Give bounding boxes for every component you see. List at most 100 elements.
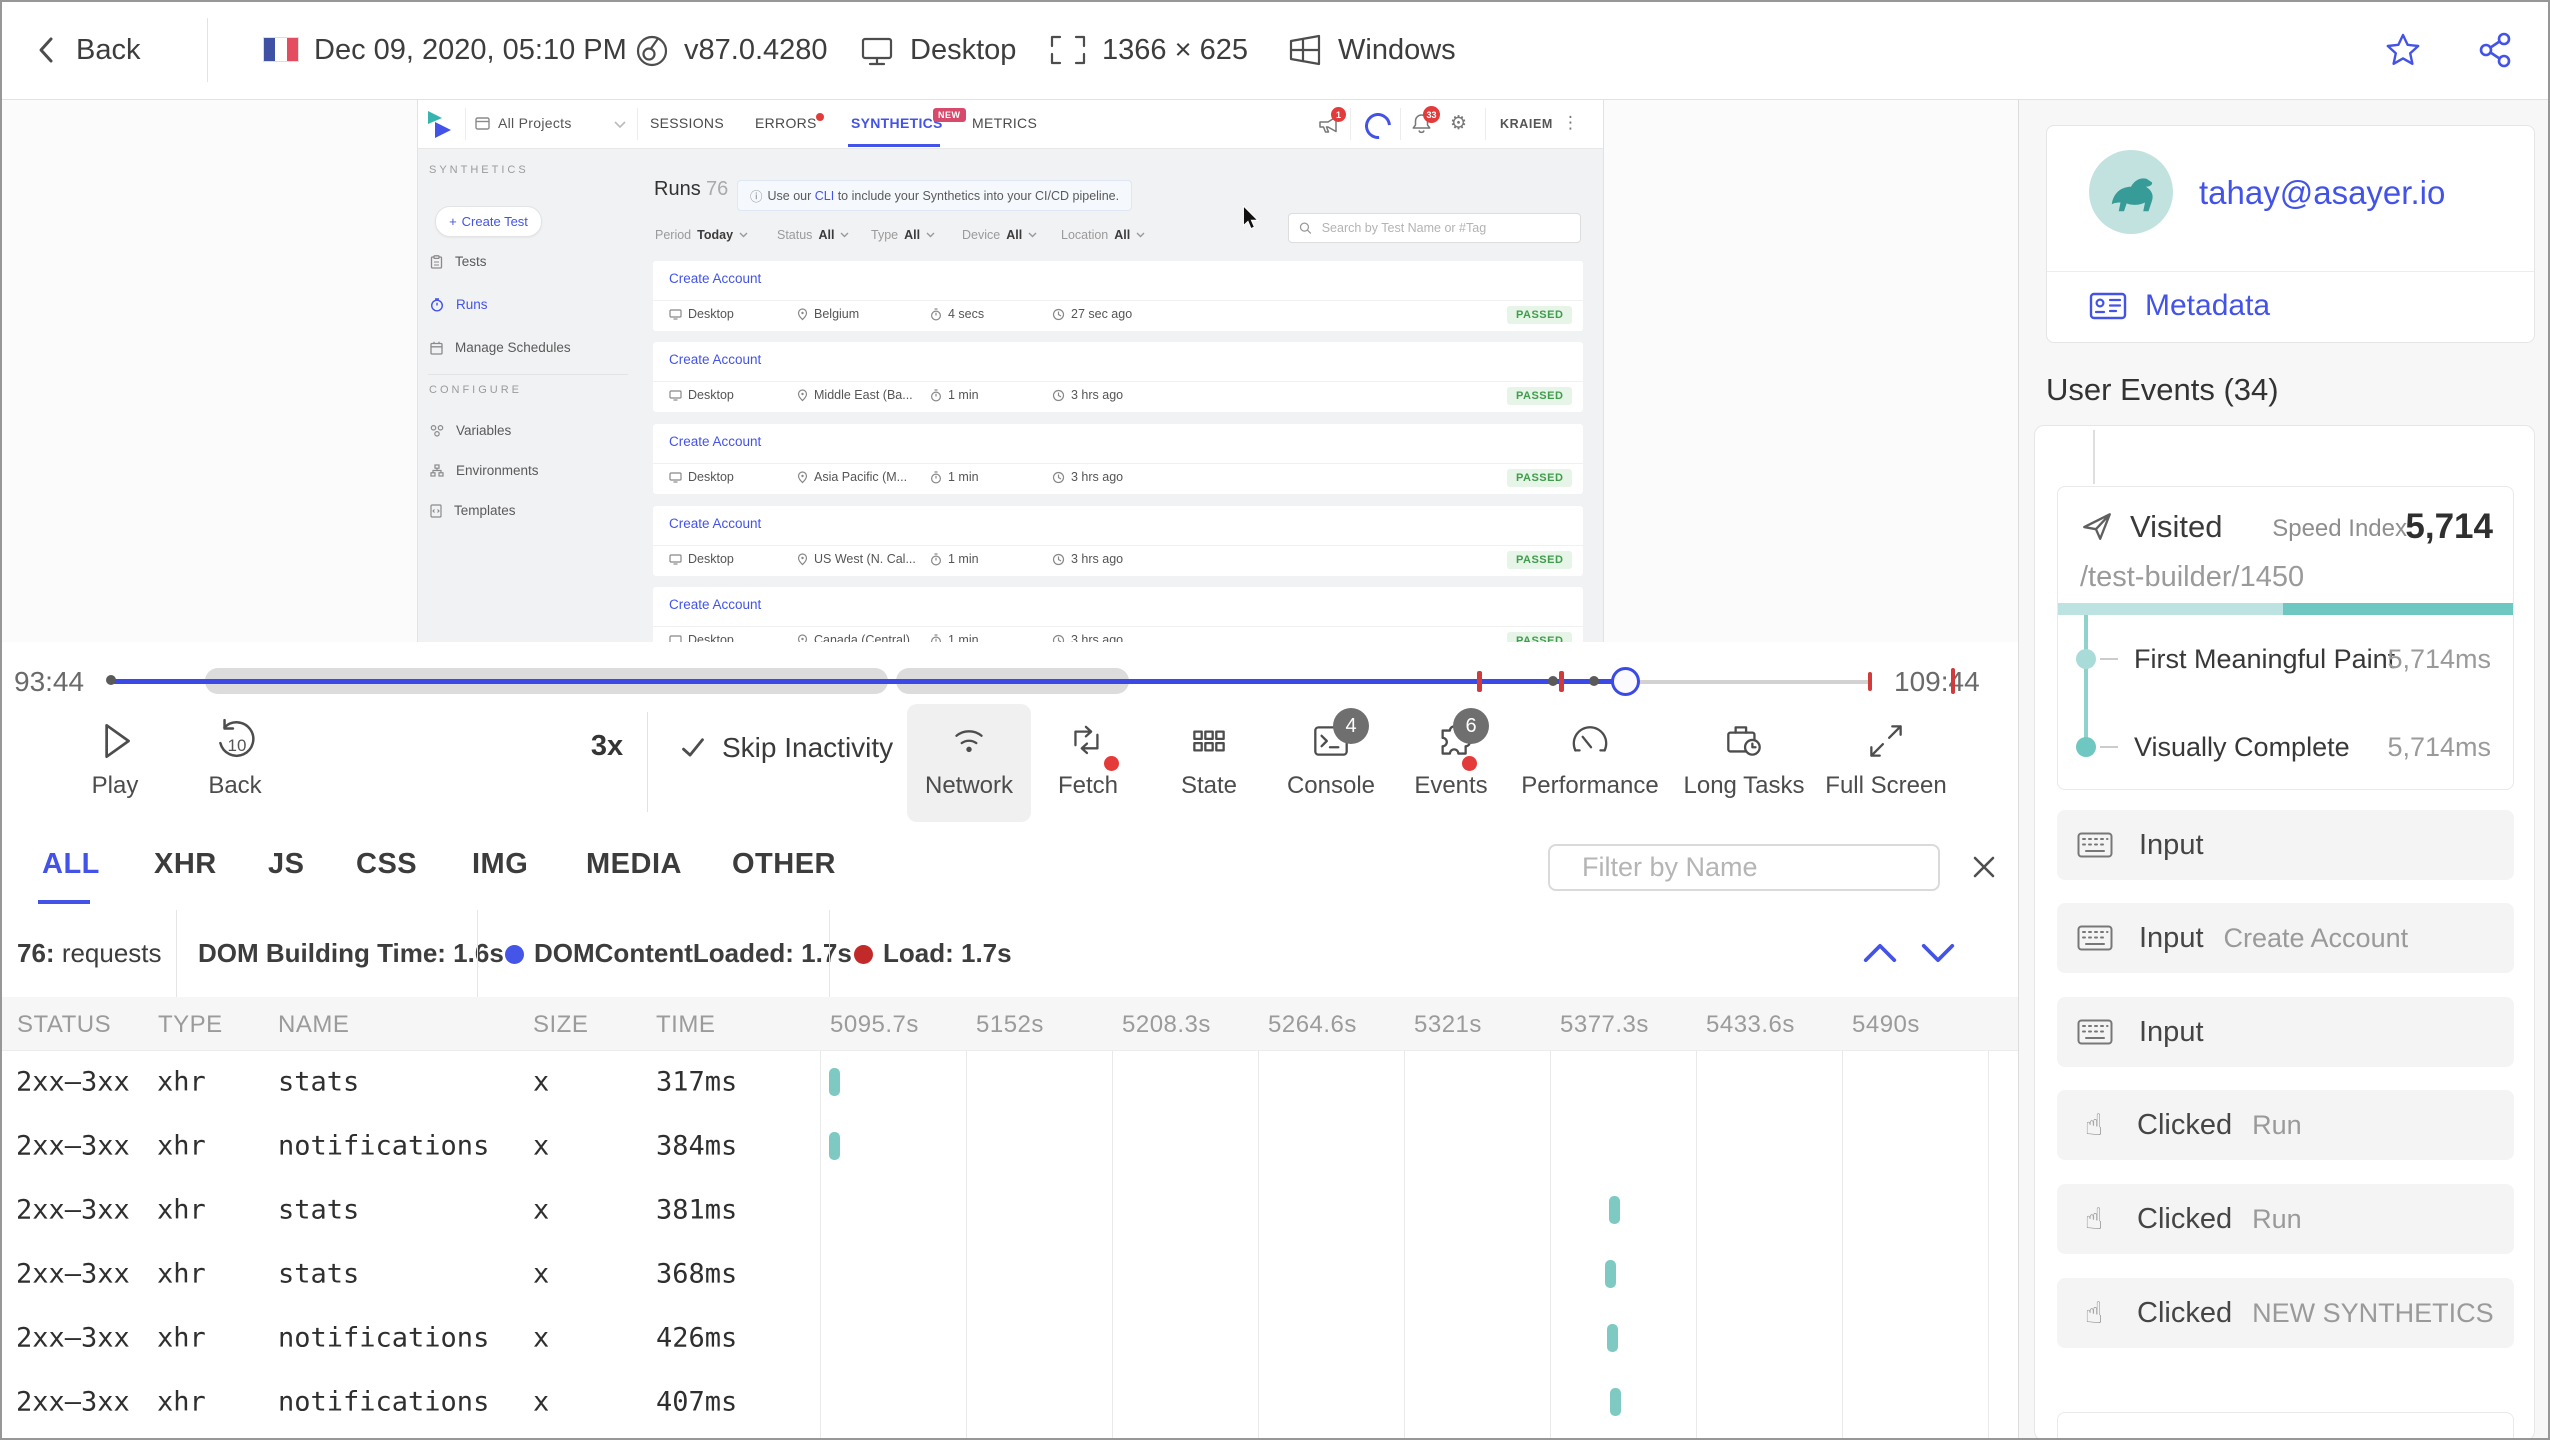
keyboard-icon — [2077, 925, 2113, 951]
network-tabs-row: ALL XHR JS CSS IMG MEDIA OTHER — [2, 822, 2018, 911]
playback-speed-button[interactable]: 3x — [572, 730, 642, 763]
os-label: Windows — [1338, 34, 1456, 66]
session-date: Dec 09, 2020, 05:10 PM — [314, 34, 627, 66]
filter-by-name-input[interactable] — [1580, 851, 1938, 884]
plus-icon: + — [449, 214, 457, 229]
monitor-icon — [669, 634, 682, 642]
events-count-badge: 6 — [1453, 708, 1489, 744]
event-item-clicked[interactable]: ☝ Clicked Run — [2057, 1090, 2514, 1160]
performance-gauge-icon — [1572, 726, 1608, 752]
metadata-button[interactable]: Metadata — [2089, 289, 2270, 323]
network-request-row[interactable]: 2xx–3xx xhr notifications x 384ms — [2, 1114, 2016, 1178]
cli-banner: ⓘ Use our CLI to include your Synthetics… — [737, 180, 1133, 211]
tab-img[interactable]: IMG — [472, 848, 528, 881]
session-info-sidebar: tahay@asayer.io Metadata User Events (34… — [2018, 100, 2548, 1438]
session-replay-page: Back Dec 09, 2020, 05:10 PM v87.0.4280 D… — [0, 0, 2550, 1440]
network-request-row[interactable]: 2xx–3xx xhr notifications x 407ms — [2, 1370, 2016, 1434]
replay-create-test-button: + Create Test — [435, 206, 542, 237]
browser-version: v87.0.4280 — [684, 34, 828, 66]
avatar — [2089, 150, 2173, 234]
network-request-row[interactable]: 2xx–3xx xhr stats x 381ms — [2, 1178, 2016, 1242]
skip-inactivity-toggle[interactable]: Skip Inactivity — [680, 732, 893, 764]
tab-js[interactable]: JS — [268, 848, 304, 881]
tick — [2100, 746, 2118, 748]
back-10s-button[interactable]: 10 Back — [155, 718, 315, 799]
environments-icon — [430, 464, 444, 477]
chevron-down-icon — [739, 232, 748, 238]
gear-icon: ⚙ — [1450, 112, 1468, 134]
replay-tab-errors: ERRORS — [755, 115, 817, 131]
replay-sidebar-configure: CONFIGURE — [429, 384, 522, 396]
tab-css[interactable]: CSS — [356, 848, 417, 881]
full-screen-button[interactable]: Full Screen — [1806, 718, 1966, 799]
france-flag-icon — [264, 38, 298, 61]
event-item-clicked[interactable]: ☝ Clicked Run — [2057, 1184, 2514, 1254]
next-event-card-partial — [2057, 1412, 2514, 1438]
search-icon — [1299, 222, 1312, 234]
chrome-browser-icon — [636, 35, 668, 67]
replay-search-input — [1319, 220, 1570, 236]
divider — [647, 712, 648, 812]
time-col: 5321s — [1414, 1011, 1482, 1038]
network-request-row[interactable]: 2xx–3xx xhr stats x 317ms — [2, 1050, 2016, 1114]
performance-panel-button[interactable]: Performance — [1510, 718, 1670, 799]
back-button[interactable]: Back — [32, 32, 140, 68]
replay-stage: All Projects SESSIONS ERRORS SYNTHETICS … — [2, 100, 2018, 642]
long-tasks-panel-button[interactable]: Long Tasks — [1664, 718, 1824, 799]
tab-xhr[interactable]: XHR — [154, 848, 217, 881]
metric-connector-line — [2084, 615, 2088, 749]
fmp-value: 5,714ms — [2387, 644, 2491, 674]
error-marker — [1559, 671, 1564, 692]
playhead-handle[interactable] — [1611, 667, 1640, 696]
time-col: 5377.3s — [1560, 1011, 1649, 1038]
events-panel-button[interactable]: Events — [1371, 718, 1531, 799]
favorite-star-icon[interactable] — [2384, 31, 2422, 69]
event-item-input[interactable]: Input — [2057, 997, 2514, 1067]
share-icon[interactable] — [2476, 31, 2514, 69]
back-label: Back — [76, 33, 141, 66]
jump-next-icon[interactable] — [1918, 940, 1958, 966]
jump-previous-icon[interactable] — [1860, 940, 1900, 966]
clock-icon — [430, 297, 444, 312]
event-item-clicked[interactable]: ☝ Clicked NEW SYNTHETICS — [2057, 1278, 2514, 1348]
event-item-input[interactable]: Input — [2057, 810, 2514, 880]
network-wifi-icon — [955, 730, 983, 753]
tab-all[interactable]: ALL — [42, 848, 100, 881]
user-email-link[interactable]: tahay@asayer.io — [2199, 174, 2445, 212]
visited-event-card[interactable]: Visited Speed Index 5,714 /test-builder/… — [2057, 486, 2514, 790]
event-item-input[interactable]: Input Create Account — [2057, 903, 2514, 973]
stopwatch-icon — [930, 470, 942, 484]
network-request-row[interactable]: 2xx–3xx xhr stats x 368ms — [2, 1242, 2016, 1306]
waterfall-bar — [1610, 1388, 1621, 1416]
col-status: STATUS — [17, 1011, 112, 1038]
visited-navigate-icon — [2083, 513, 2111, 540]
run-card: Create Account Desktop Belgium 4 secs 27… — [653, 261, 1583, 331]
timeline-progress-track[interactable] — [112, 679, 1624, 684]
tab-media[interactable]: MEDIA — [586, 848, 682, 881]
timeline-remaining-track[interactable] — [1624, 680, 1871, 684]
chevron-down-icon — [840, 232, 849, 238]
new-badge: NEW — [933, 108, 966, 122]
time-col: 5264.6s — [1268, 1011, 1357, 1038]
chevron-down-icon — [614, 121, 626, 129]
status-badge: PASSED — [1507, 469, 1573, 487]
network-table-header: STATUS TYPE NAME SIZE TIME 5095.7s 5152s… — [2, 997, 2018, 1051]
user-events-list: Visited Speed Index 5,714 /test-builder/… — [2034, 425, 2535, 1438]
replay-page-title: Runs — [654, 178, 701, 200]
top-bar: Back Dec 09, 2020, 05:10 PM v87.0.4280 D… — [2, 2, 2548, 100]
replay-app-header: All Projects SESSIONS ERRORS SYNTHETICS … — [418, 100, 1603, 149]
stopwatch-icon — [930, 307, 942, 321]
col-name: NAME — [278, 1011, 350, 1038]
calendar-icon — [430, 341, 443, 355]
status-badge: PASSED — [1507, 306, 1573, 324]
user-card: tahay@asayer.io Metadata — [2046, 125, 2535, 343]
event-marker — [1548, 676, 1558, 686]
waterfall-bar — [1605, 1260, 1616, 1288]
error-marker — [1951, 668, 1955, 694]
time-ago-icon — [1052, 634, 1065, 642]
run-card: Create Account Desktop Middle East (Ba..… — [653, 342, 1583, 412]
event-marker — [1589, 676, 1599, 686]
close-panel-icon[interactable] — [1968, 851, 2000, 883]
tab-other[interactable]: OTHER — [732, 848, 836, 881]
network-request-row[interactable]: 2xx–3xx xhr notifications x 426ms — [2, 1306, 2016, 1370]
